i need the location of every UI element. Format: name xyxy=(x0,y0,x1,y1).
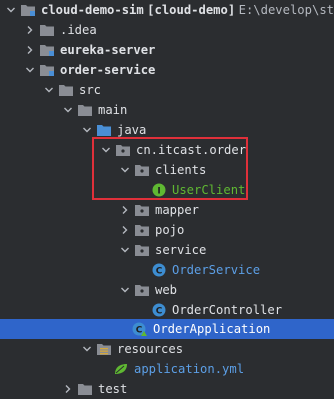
tree-label-eureka-server: eureka-server xyxy=(60,43,156,57)
svg-text:C: C xyxy=(136,326,143,336)
tree-row-idea[interactable]: .idea xyxy=(0,20,334,40)
tree-label-pojo: pojo xyxy=(155,223,185,237)
class-icon: C xyxy=(151,262,167,278)
tree-row-project-root[interactable]: cloud-demo-sim [cloud-demo] E:\develop\s… xyxy=(0,0,334,20)
package-icon xyxy=(134,282,150,298)
tree-label-application-yml: application.yml xyxy=(134,362,245,376)
tree-label-service: service xyxy=(155,243,207,257)
tree-row-application-yml[interactable]: application.yml xyxy=(0,359,334,379)
chevron-right-icon[interactable] xyxy=(118,223,132,237)
tree-row-orderservice[interactable]: C OrderService xyxy=(0,260,334,280)
tree-label-idea: .idea xyxy=(60,23,97,37)
tree-label-ordercontroller: OrderController xyxy=(172,303,283,317)
source-folder-icon xyxy=(96,122,112,138)
tree-row-orderapplication[interactable]: C OrderApplication xyxy=(0,319,334,339)
package-icon xyxy=(134,202,150,218)
tree-label-java: java xyxy=(117,123,147,137)
svg-text:C: C xyxy=(156,267,163,277)
project-name: cloud-demo-sim xyxy=(41,3,144,17)
chevron-right-icon[interactable] xyxy=(118,203,132,217)
tree-label-resources: resources xyxy=(117,342,184,356)
tree-label-web: web xyxy=(155,283,178,297)
module-folder-icon xyxy=(39,62,55,78)
tree-row-order-service[interactable]: order-service xyxy=(0,60,334,80)
folder-icon xyxy=(39,22,55,38)
tree-row-web[interactable]: web xyxy=(0,280,334,300)
chevron-down-icon[interactable] xyxy=(80,342,94,356)
package-icon xyxy=(134,242,150,258)
project-module: [cloud-demo] xyxy=(147,3,236,17)
tree-label-orderservice: OrderService xyxy=(172,263,261,277)
tree-label-src: src xyxy=(79,83,102,97)
tree-row-main[interactable]: main xyxy=(0,100,334,120)
spring-boot-class-icon: C xyxy=(132,321,148,337)
tree-row-src[interactable]: src xyxy=(0,80,334,100)
chevron-right-icon[interactable] xyxy=(23,43,37,57)
chevron-down-icon[interactable] xyxy=(80,123,94,137)
folder-icon xyxy=(77,102,93,118)
svg-text:C: C xyxy=(156,307,163,317)
tree-row-resources[interactable]: resources xyxy=(0,339,334,359)
module-folder-icon xyxy=(20,2,36,18)
project-tree: cloud-demo-sim [cloud-demo] E:\develop\s… xyxy=(0,0,334,399)
tree-label-mapper: mapper xyxy=(155,203,200,217)
folder-icon xyxy=(77,381,93,397)
chevron-down-icon[interactable] xyxy=(118,283,132,297)
chevron-down-icon[interactable] xyxy=(118,243,132,257)
chevron-down-icon[interactable] xyxy=(23,63,37,77)
folder-icon xyxy=(58,82,74,98)
highlight-annotation-box xyxy=(92,137,248,200)
tree-row-ordercontroller[interactable]: C OrderController xyxy=(0,300,334,320)
project-path: E:\develop\st xyxy=(238,3,334,17)
tree-row-service[interactable]: service xyxy=(0,240,334,260)
tree-label-orderapplication: OrderApplication xyxy=(153,322,271,336)
tree-label-order-service: order-service xyxy=(60,63,156,77)
tree-row-eureka-server[interactable]: eureka-server xyxy=(0,40,334,60)
tree-row-test[interactable]: test xyxy=(0,379,334,399)
tree-label-main: main xyxy=(98,103,128,117)
package-icon xyxy=(134,222,150,238)
yaml-leaf-icon xyxy=(113,361,129,377)
chevron-right-icon[interactable] xyxy=(23,23,37,37)
tree-row-pojo[interactable]: pojo xyxy=(0,220,334,240)
module-folder-icon xyxy=(39,42,55,58)
resources-folder-icon xyxy=(96,341,112,357)
chevron-down-icon[interactable] xyxy=(4,3,18,17)
class-icon: C xyxy=(151,302,167,318)
tree-row-mapper[interactable]: mapper xyxy=(0,200,334,220)
chevron-down-icon[interactable] xyxy=(61,103,75,117)
chevron-down-icon[interactable] xyxy=(42,83,56,97)
chevron-right-icon[interactable] xyxy=(61,382,75,396)
tree-label-test: test xyxy=(98,382,128,396)
